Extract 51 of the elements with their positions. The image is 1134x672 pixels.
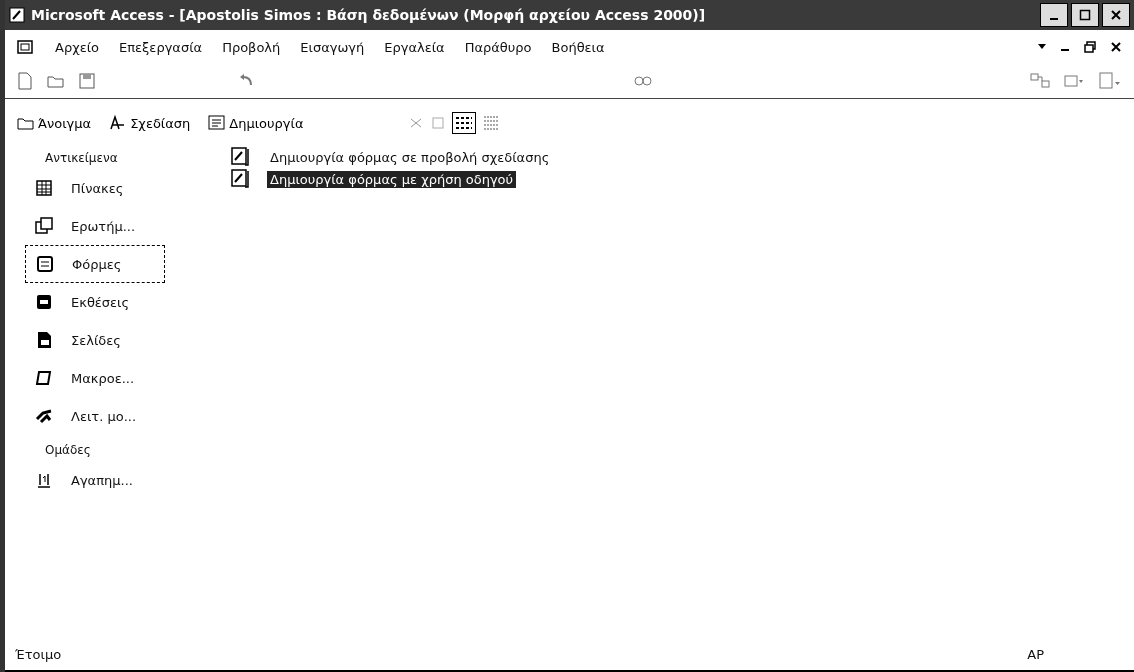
- list-view-icon[interactable]: [451, 112, 476, 134]
- list-item[interactable]: Δημιουργία φόρμας σε προβολή σχεδίασης: [231, 147, 553, 167]
- status-text: Έτοιμο: [15, 646, 62, 662]
- help-icon[interactable]: [1098, 72, 1122, 90]
- link-icon[interactable]: [632, 75, 653, 87]
- toolbar-button[interactable]: Δημιουργία: [204, 113, 308, 133]
- new-object-icon[interactable]: [1064, 74, 1084, 88]
- object-type-item[interactable]: Πίνακες: [25, 169, 165, 207]
- menu-item[interactable]: Βοήθεια: [551, 39, 605, 55]
- save-icon[interactable]: [79, 73, 95, 89]
- close-button[interactable]: [1102, 3, 1130, 27]
- menu-item[interactable]: Εισαγωγή: [300, 39, 365, 55]
- close-icon: [1110, 9, 1122, 21]
- close-icon[interactable]: [1110, 41, 1122, 53]
- group-item[interactable]: Αγαπημ...: [25, 461, 165, 499]
- database-window-icon: [17, 39, 35, 55]
- menu-item[interactable]: Προβολή: [222, 39, 281, 55]
- report-icon: [35, 293, 53, 311]
- object-type-item[interactable]: Λειτ. μο...: [25, 397, 165, 435]
- minimize-icon: [1050, 18, 1058, 20]
- menu-item[interactable]: Παράθυρο: [464, 39, 532, 55]
- object-type-item[interactable]: Εκθέσεις: [25, 283, 165, 321]
- grid-icon: [35, 179, 53, 197]
- menu-item[interactable]: Αρχείο: [55, 39, 100, 55]
- maximize-button[interactable]: [1071, 3, 1099, 27]
- overlapping-windows-icon: [35, 217, 53, 235]
- wand-icon: [231, 169, 251, 189]
- object-type-item[interactable]: Ερωτήμ...: [25, 207, 165, 245]
- status-indicator: ΑΡ: [1027, 646, 1044, 662]
- new-file-icon[interactable]: [17, 72, 33, 90]
- toolbar-button[interactable]: Άνοιγμα: [13, 113, 96, 133]
- object-type-item[interactable]: Σελίδες: [25, 321, 165, 359]
- form-icon: [36, 255, 54, 273]
- wand-icon: [231, 147, 251, 167]
- object-type-item[interactable]: Φόρμες: [25, 245, 165, 283]
- relationships-icon[interactable]: [1030, 73, 1050, 89]
- toolbar-button[interactable]: Σχεδίαση: [105, 113, 195, 133]
- menu-item[interactable]: Επεξεργασία: [119, 39, 203, 55]
- new-document-icon: [208, 115, 227, 131]
- details-view-icon[interactable]: [481, 113, 500, 133]
- dropdown-icon[interactable]: [1038, 44, 1046, 50]
- page-icon: [35, 331, 53, 349]
- object-type-item[interactable]: Μακροε...: [25, 359, 165, 397]
- section-header: Ομάδες: [45, 443, 91, 457]
- section-header: Αντικείμενα: [45, 151, 118, 165]
- menu-item[interactable]: Εργαλεία: [384, 39, 445, 55]
- restore-icon[interactable]: [1084, 41, 1096, 53]
- maximize-icon: [1079, 9, 1091, 21]
- minimize-button[interactable]: [1040, 3, 1068, 27]
- open-folder-icon[interactable]: [47, 73, 65, 89]
- window-title: Microsoft Access - [Apostolis Simos : Βάση δεδομένων (Μορφή αρχείου Access 2000)]: [31, 7, 706, 23]
